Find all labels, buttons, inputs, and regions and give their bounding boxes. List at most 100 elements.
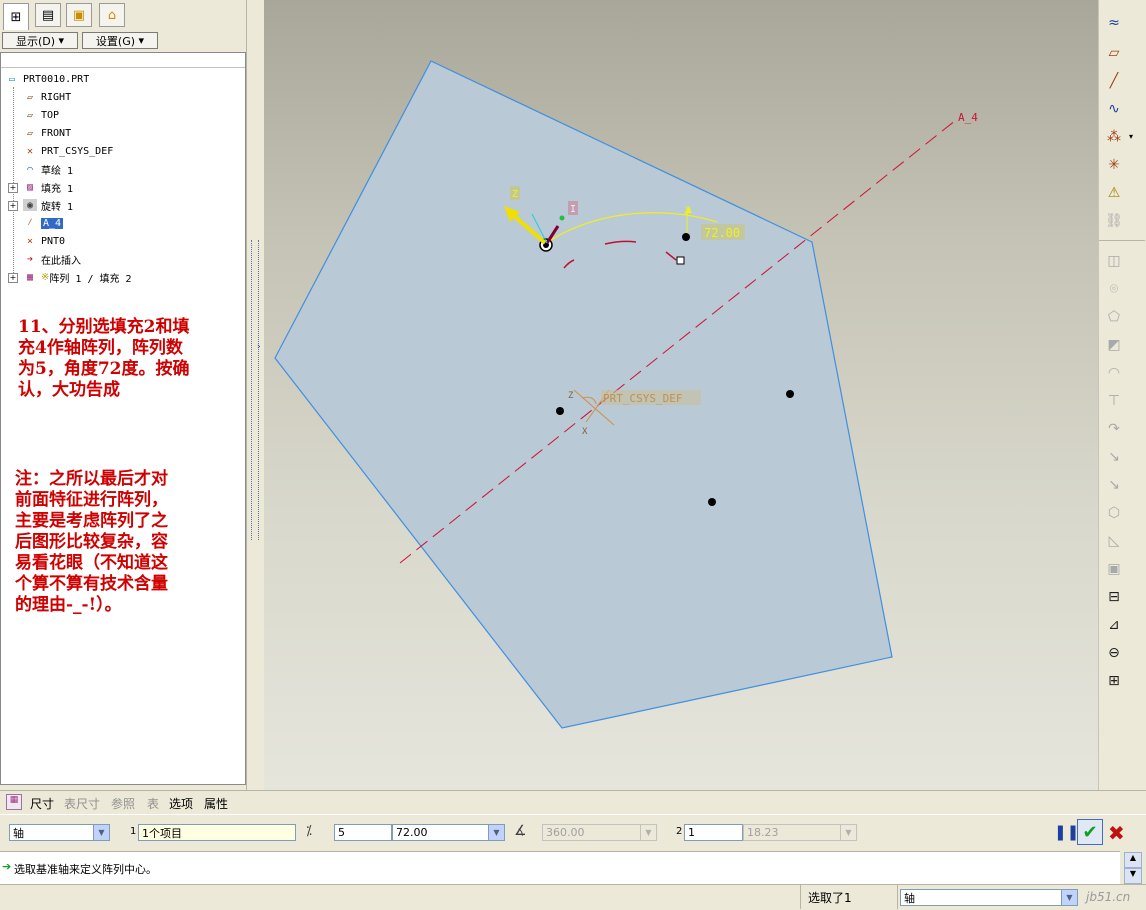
direction2-spacing-select[interactable]: 18.23 ▼ xyxy=(743,824,857,841)
confirm-button[interactable]: ✔ xyxy=(1077,819,1103,845)
csys-tool-icon[interactable]: ✳ xyxy=(1103,154,1125,176)
round-tool-icon[interactable]: ↘ xyxy=(1103,446,1125,468)
section-tool-icon[interactable]: ⊖ xyxy=(1103,642,1125,664)
tree-item-label: PRT_CSYS_DEF xyxy=(41,145,114,157)
angle-dimension-text[interactable]: 72.00 xyxy=(704,226,740,240)
direction1-collector[interactable]: 1个项目 xyxy=(138,824,296,841)
extrude-tool-icon[interactable]: ◫ xyxy=(1103,250,1125,272)
settings-menu-button[interactable]: 设置(G) ▾ xyxy=(82,32,158,49)
datum-point-tool-icon[interactable]: ⁂ xyxy=(1103,126,1125,148)
tab-references[interactable]: 参照 xyxy=(111,795,135,812)
shell-tool-icon[interactable]: ◠ xyxy=(1103,362,1125,384)
expand-icon[interactable]: + xyxy=(8,183,18,193)
dimension-tool-icon[interactable]: ⊟ xyxy=(1103,586,1125,608)
tree-item-pattern-1[interactable]: ▦ ※ 阵列 1 / 填充 2 xyxy=(23,269,132,285)
pattern-point[interactable] xyxy=(556,407,564,415)
pause-icon[interactable]: ❚❚ xyxy=(1054,823,1079,841)
sketch-tool-icon[interactable]: ≈ xyxy=(1103,12,1125,34)
tree-item-label: PNT0 xyxy=(41,235,66,247)
taper-tool-icon[interactable]: ◺ xyxy=(1103,530,1125,552)
direction2-count-input[interactable]: 1 xyxy=(684,824,743,841)
tab-table[interactable]: 表 xyxy=(147,795,159,812)
tree-item-pnt0[interactable]: × PNT0 xyxy=(23,233,65,249)
datum-plane-tool-icon[interactable]: ▱ xyxy=(1103,42,1125,64)
flip-direction-icon[interactable]: ⁒ xyxy=(306,824,312,839)
datum-curve-tool-icon[interactable]: ∿ xyxy=(1103,98,1125,120)
sweep-tool-icon[interactable]: ⬠ xyxy=(1103,306,1125,328)
draft-tool-icon[interactable]: ⬡ xyxy=(1103,502,1125,524)
tree-item-right[interactable]: ▱ RIGHT xyxy=(23,89,71,105)
model-tree-panel: ⊞ ▤ ▣ ⌂ 显示(D) ▾ 设置(G) ▾ ▭ PRT0010.PRT ▱ RI… xyxy=(0,0,258,790)
direction1-items: 1个项目 xyxy=(142,826,182,840)
part-icon: ▭ xyxy=(8,73,16,85)
tree-item-csys[interactable]: ✕ PRT_CSYS_DEF xyxy=(23,143,113,159)
splitter-grip xyxy=(251,240,259,540)
selection-filter-select[interactable]: 轴 ▼ xyxy=(900,889,1078,906)
tree-item-top[interactable]: ▱ TOP xyxy=(23,107,59,123)
table-tool-icon[interactable]: ⊞ xyxy=(1103,670,1125,692)
direction1-number: 1 xyxy=(130,826,137,837)
angle-range-icon[interactable]: ∡ xyxy=(514,823,527,839)
pattern-point[interactable] xyxy=(786,390,794,398)
settings-menu-label: 设置(G) xyxy=(95,34,136,48)
drag-handle[interactable] xyxy=(676,256,685,265)
revolve-tool-icon[interactable]: ⌾ xyxy=(1103,278,1125,300)
collapse-arrow-icon[interactable]: › xyxy=(257,342,261,352)
chevron-down-icon: ▾ xyxy=(138,34,145,47)
chamfer-tool-icon[interactable]: ↘ xyxy=(1103,474,1125,496)
pattern-tool-icon[interactable]: ▣ xyxy=(1103,558,1125,580)
member-count-value: 5 xyxy=(338,826,345,839)
pentagon-fill-surface[interactable] xyxy=(274,60,893,729)
pattern-point[interactable] xyxy=(682,233,690,241)
scroll-up-icon[interactable]: ▲ xyxy=(1124,852,1142,868)
display-menu-button[interactable]: 显示(D) ▾ xyxy=(2,32,78,49)
chevron-down-icon[interactable]: ▾ xyxy=(1129,132,1133,141)
chevron-down-icon: ▼ xyxy=(840,825,856,840)
tree-item-insert-here[interactable]: ➔ 在此插入 xyxy=(23,251,81,267)
tree-item-fill-1[interactable]: ▨ 填充 1 xyxy=(23,179,73,195)
panel-splitter[interactable]: › xyxy=(246,0,265,790)
tree-item-front[interactable]: ▱ FRONT xyxy=(23,125,71,141)
model-canvas[interactable]: A_4 72.00 Z I Z X PRT_CSYS_DEF xyxy=(264,0,1098,790)
toolbar-divider xyxy=(1099,240,1145,241)
tab-dimensions[interactable]: 尺寸 xyxy=(30,795,54,812)
rib-tool-icon[interactable]: ⊤ xyxy=(1103,390,1125,412)
link-tool-icon[interactable]: ⛓ xyxy=(1103,210,1125,232)
cancel-button[interactable]: ✖ xyxy=(1108,821,1125,845)
model-tree-tab[interactable]: ⊞ xyxy=(3,3,29,30)
pending-icon: ※ xyxy=(41,271,50,283)
member-count-input[interactable]: 5 xyxy=(334,824,392,841)
message-scrollbar[interactable]: ▲ ▼ xyxy=(1120,851,1146,884)
hole-tool-icon[interactable]: ↷ xyxy=(1103,418,1125,440)
blend-tool-icon[interactable]: ◩ xyxy=(1103,334,1125,356)
tree-icon: ⊞ xyxy=(10,9,22,25)
angle-increment-select[interactable]: 72.00 ▼ xyxy=(392,824,505,841)
folder-browser-tab[interactable]: ▣ xyxy=(66,3,92,27)
analysis-tool-icon[interactable]: ⚠ xyxy=(1103,182,1125,204)
tree-item-revolve-1[interactable]: ◉ 旋转 1 xyxy=(23,197,73,213)
expand-icon[interactable]: + xyxy=(8,273,18,283)
tree-item-sketch[interactable]: ⌒ 草绘 1 xyxy=(23,161,73,177)
expand-icon[interactable]: + xyxy=(8,201,18,211)
tree-item-axis-a4[interactable]: ⁄ A_4 xyxy=(23,215,64,231)
favorites-tab[interactable]: ⌂ xyxy=(99,3,125,27)
pattern-point[interactable] xyxy=(708,498,716,506)
pattern-type-value: 轴 xyxy=(13,826,24,840)
chevron-down-icon: ▾ xyxy=(58,34,65,47)
angle-range-select[interactable]: 360.00 ▼ xyxy=(542,824,657,841)
csys-icon: ✕ xyxy=(26,145,34,157)
graphics-window[interactable]: A_4 72.00 Z I Z X PRT_CSYS_DEF xyxy=(264,0,1098,790)
tree-item-label: TOP xyxy=(41,109,60,121)
tab-properties[interactable]: 属性 xyxy=(204,795,228,812)
layers-tab[interactable]: ▤ xyxy=(35,3,61,27)
tree-item-part[interactable]: ▭ PRT0010.PRT xyxy=(5,71,89,87)
measure-tool-icon[interactable]: ⊿ xyxy=(1103,614,1125,636)
folder-icon: ▣ xyxy=(72,7,86,23)
model-tree[interactable]: ▭ PRT0010.PRT ▱ RIGHT ▱ TOP ▱ FRONT ✕ PRT_CSY… xyxy=(0,52,246,785)
scroll-down-icon[interactable]: ▼ xyxy=(1124,868,1142,884)
tab-options[interactable]: 选项 xyxy=(169,795,193,812)
tab-table-dimensions[interactable]: 表尺寸 xyxy=(64,795,100,812)
datum-axis-tool-icon[interactable]: ╱ xyxy=(1103,70,1125,92)
pattern-type-select[interactable]: 轴 ▼ xyxy=(9,824,110,841)
tutorial-note-remark: 注：之所以最后才对 前面特征进行阵列， 主要是考虑阵列了之 后图形比较复杂，容 … xyxy=(15,469,168,615)
